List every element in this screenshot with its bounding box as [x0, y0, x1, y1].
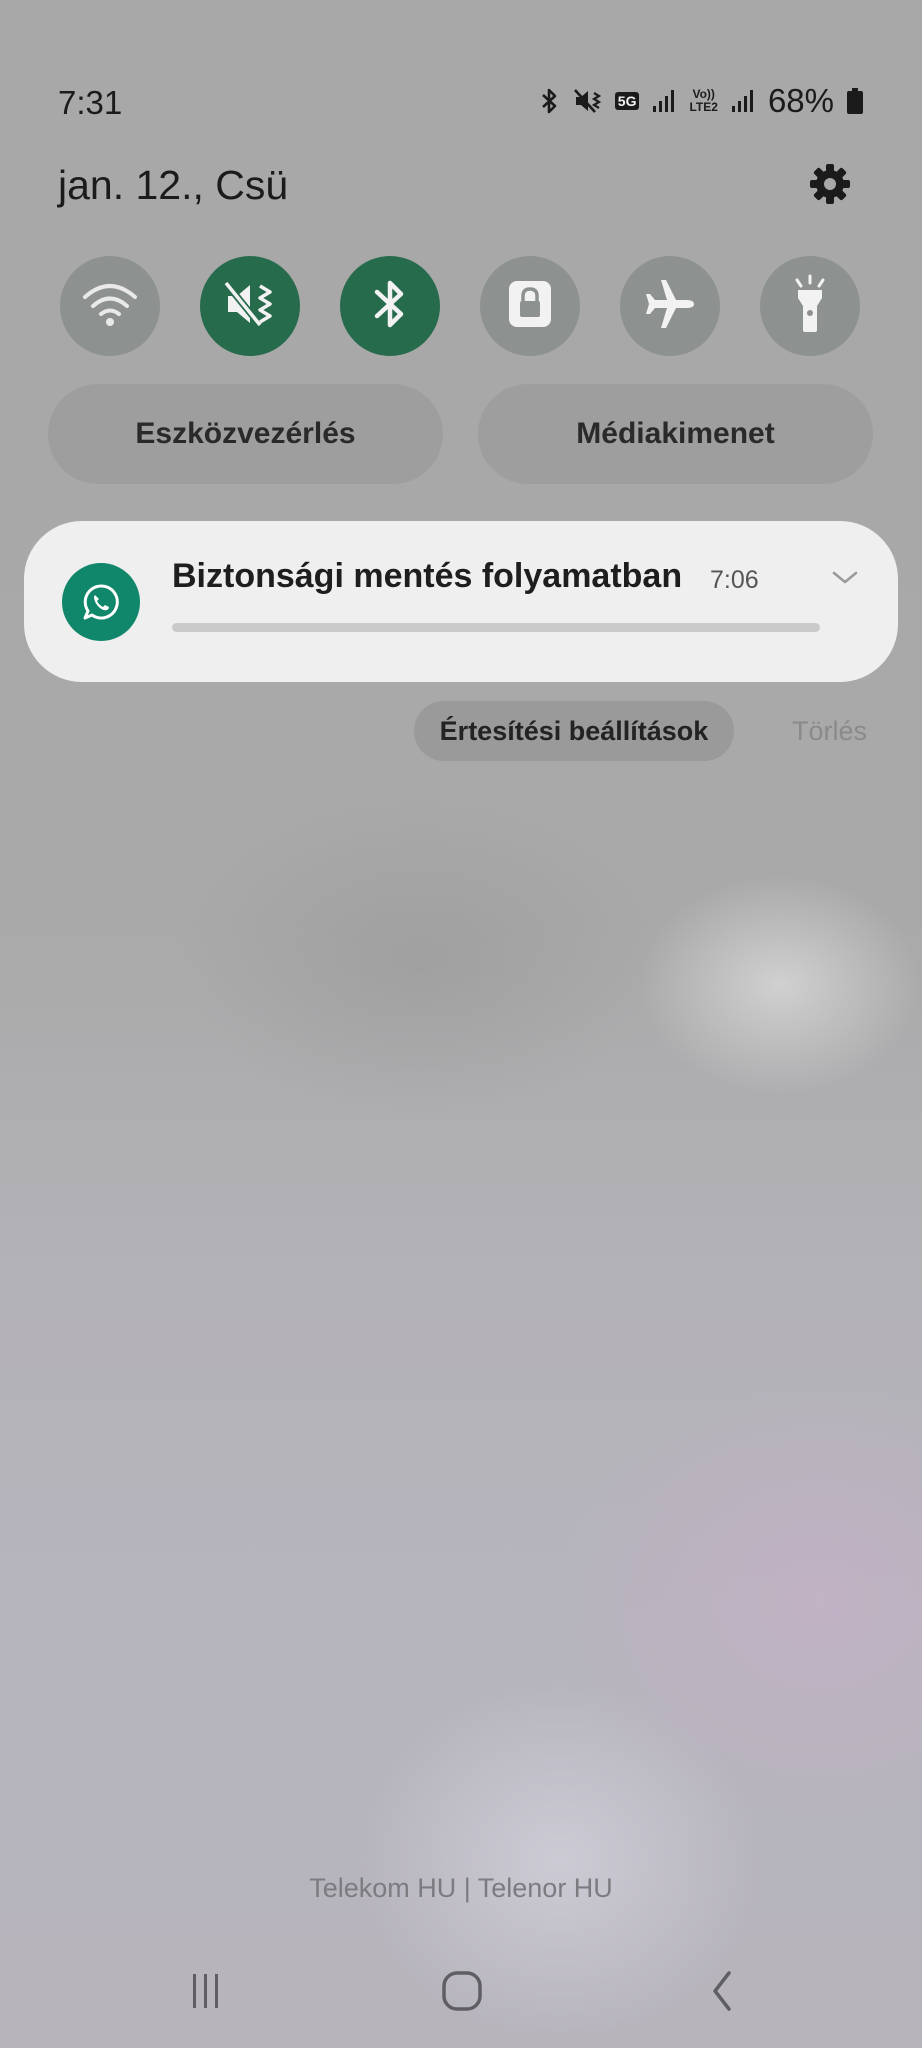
gear-icon [808, 164, 852, 210]
media-output-button[interactable]: Médiakimenet [478, 384, 873, 484]
notification-progress-bar [172, 623, 820, 632]
notification-title: Biztonsági mentés folyamatban [172, 557, 683, 595]
status-bar: 7:31 5G Vo)) LTE2 68% [0, 0, 922, 150]
bluetooth-icon [539, 87, 561, 115]
toggle-rotation-lock[interactable] [480, 256, 580, 356]
notification-expand-button[interactable] [830, 563, 860, 593]
mute-vibrate-icon [222, 278, 278, 335]
toggle-bluetooth[interactable] [340, 256, 440, 356]
carrier-label: Telekom HU | Telenor HU [309, 1873, 613, 1903]
whatsapp-icon [62, 563, 140, 641]
status-time: 7:31 [58, 84, 123, 121]
clear-button[interactable]: Törlés [792, 716, 867, 747]
airplane-icon [642, 276, 698, 337]
battery-percent: 68% [767, 82, 834, 119]
notification-time: 7:06 [710, 566, 759, 594]
toggle-flashlight[interactable] [760, 256, 860, 356]
home-icon [441, 1970, 483, 2017]
notification-settings-button[interactable]: Értesítési beállítások [414, 701, 734, 761]
toggle-sound[interactable] [200, 256, 300, 356]
battery-icon [846, 87, 864, 115]
recents-icon [186, 1971, 226, 2016]
toggle-wifi[interactable] [60, 256, 160, 356]
volte-label-bottom: LTE2 [689, 100, 718, 114]
status-icons: 5G Vo)) LTE2 68% [539, 82, 864, 120]
signal-icon [651, 88, 677, 114]
volte-icon: Vo)) LTE2 [689, 88, 717, 114]
notification-card[interactable]: Biztonsági mentés folyamatban 7:06 [24, 521, 898, 682]
toggle-airplane-mode[interactable] [620, 256, 720, 356]
recents-button[interactable] [176, 1968, 236, 2018]
date-text: jan. 12., Csü [58, 162, 289, 208]
lock-icon [508, 280, 552, 333]
back-icon [707, 1970, 737, 2017]
device-control-button[interactable]: Eszközvezérlés [48, 384, 443, 484]
mute-vibrate-icon [573, 87, 603, 115]
signal-icon [730, 88, 756, 114]
back-button[interactable] [692, 1968, 752, 2018]
wifi-icon [80, 279, 140, 334]
bluetooth-icon [370, 276, 410, 337]
flashlight-icon [788, 274, 832, 339]
chevron-down-icon [830, 571, 860, 597]
5g-icon: 5G [614, 92, 640, 110]
settings-button[interactable] [808, 162, 852, 206]
home-button[interactable] [432, 1968, 492, 2018]
